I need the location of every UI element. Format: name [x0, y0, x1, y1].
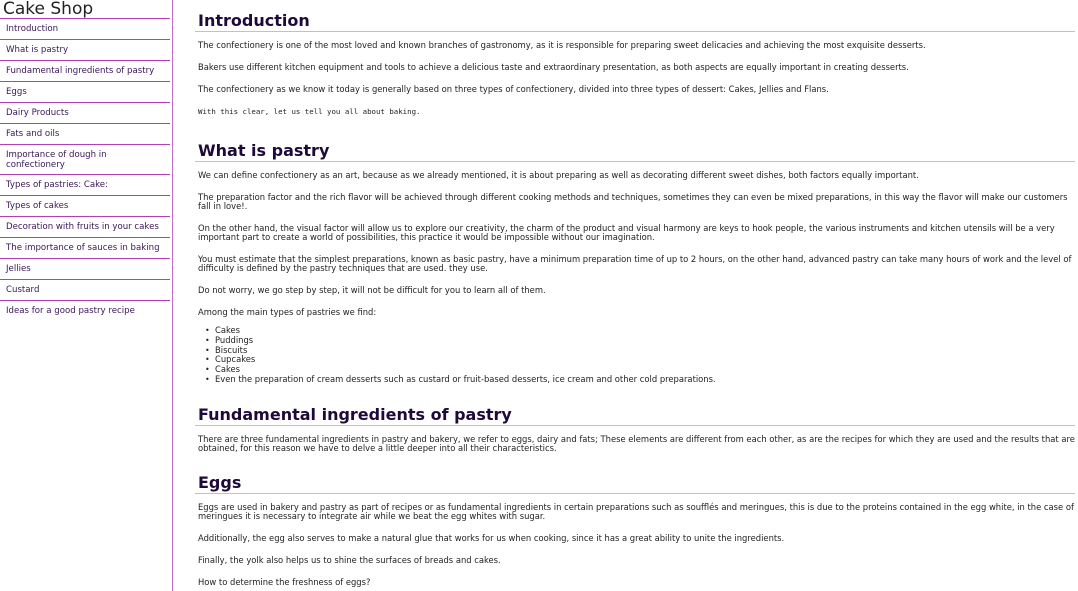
nav-item: Fundamental ingredients of pastry — [0, 61, 170, 82]
code-snippet: With this clear, let us tell you all abo… — [198, 107, 421, 116]
nav-item: Fats and oils — [0, 124, 170, 145]
nav-list: Introduction What is pastry Fundamental … — [0, 19, 170, 321]
paragraph: Finally, the yolk also helps us to shine… — [198, 554, 501, 565]
paragraph: Bakers use different kitchen equipment a… — [198, 62, 909, 72]
nav-link-types-of-cakes[interactable]: Types of cakes — [0, 196, 170, 216]
paragraph: Eggs are used in bakery and pastry as pa… — [198, 501, 1074, 521]
site-title: Cake Shop — [0, 0, 170, 19]
paragraph: On the other hand, the visual factor wil… — [198, 223, 1055, 242]
list-item: Puddings — [205, 335, 1075, 346]
section-introduction: Introduction The confectionery is one of… — [195, 11, 1075, 116]
nav-item: Jellies — [0, 259, 170, 280]
pastry-types-list: Cakes Puddings Biscuits Cupcakes Cakes E… — [195, 325, 1075, 385]
nav-link-types-of-pastries[interactable]: Types of pastries: Cake: — [0, 175, 170, 195]
section-heading: Eggs — [195, 473, 1075, 494]
nav-item: Types of pastries: Cake: — [0, 175, 170, 196]
section-heading: What is pastry — [195, 141, 1075, 162]
nav-item: Dairy Products — [0, 103, 170, 124]
paragraph: We can define confectionery as an art, b… — [198, 170, 919, 180]
list-item: Biscuits — [205, 345, 1075, 356]
list-item: Cupcakes — [205, 355, 1075, 365]
nav-item: Decoration with fruits in your cakes — [0, 217, 170, 238]
paragraph: How to determine the freshness of eggs? — [198, 576, 371, 587]
nav-link-fundamental-ingredients[interactable]: Fundamental ingredients of pastry — [0, 61, 170, 81]
paragraph: Additionally, the egg also serves to mak… — [198, 532, 785, 543]
nav-item: Custard — [0, 280, 170, 301]
paragraph: Do not worry, we go step by step, it wil… — [198, 285, 546, 295]
paragraph: Among the main types of pastries we find… — [198, 307, 377, 317]
nav-item: Ideas for a good pastry recipe — [0, 301, 170, 321]
nav-item: The importance of sauces in baking — [0, 238, 170, 259]
nav-link-decoration-with-fruits[interactable]: Decoration with fruits in your cakes — [0, 217, 170, 237]
nav-link-jellies[interactable]: Jellies — [0, 259, 170, 279]
section-fundamental-ingredients: Fundamental ingredients of pastry There … — [195, 405, 1075, 453]
nav-item: Importance of dough in confectionery — [0, 145, 170, 175]
section-eggs: Eggs Eggs are used in bakery and pastry … — [195, 473, 1075, 587]
paragraph: The preparation factor and the rich flav… — [198, 192, 1068, 211]
nav-item: Types of cakes — [0, 196, 170, 217]
nav-link-fats-and-oils[interactable]: Fats and oils — [0, 124, 170, 144]
paragraph: The confectionery as we know it today is… — [198, 84, 829, 94]
main-content: Introduction The confectionery is one of… — [195, 0, 1075, 591]
nav-link-custard[interactable]: Custard — [0, 280, 170, 300]
nav-link-importance-of-dough[interactable]: Importance of dough in confectionery — [0, 145, 170, 174]
nav-link-ideas-recipe[interactable]: Ideas for a good pastry recipe — [0, 301, 170, 321]
nav-item: Introduction — [0, 19, 170, 40]
paragraph: The confectionery is one of the most lov… — [198, 40, 926, 50]
nav-link-eggs[interactable]: Eggs — [0, 82, 170, 102]
paragraph: There are three fundamental ingredients … — [198, 433, 1075, 453]
nav-item: Eggs — [0, 82, 170, 103]
section-heading: Introduction — [195, 11, 1075, 32]
section-what-is-pastry: What is pastry We can define confectione… — [195, 141, 1075, 385]
sidebar-nav: Cake Shop Introduction What is pastry Fu… — [0, 0, 173, 591]
list-item: Even the preparation of cream desserts s… — [205, 374, 1075, 385]
paragraph: You must estimate that the simplest prep… — [198, 254, 1072, 273]
nav-link-importance-of-sauces[interactable]: The importance of sauces in baking — [0, 238, 170, 258]
nav-link-what-is-pastry[interactable]: What is pastry — [0, 40, 170, 60]
nav-link-dairy-products[interactable]: Dairy Products — [0, 103, 170, 123]
list-item: Cakes — [205, 325, 1075, 336]
nav-item: What is pastry — [0, 40, 170, 61]
nav-link-introduction[interactable]: Introduction — [0, 19, 170, 39]
section-heading: Fundamental ingredients of pastry — [195, 405, 1075, 426]
